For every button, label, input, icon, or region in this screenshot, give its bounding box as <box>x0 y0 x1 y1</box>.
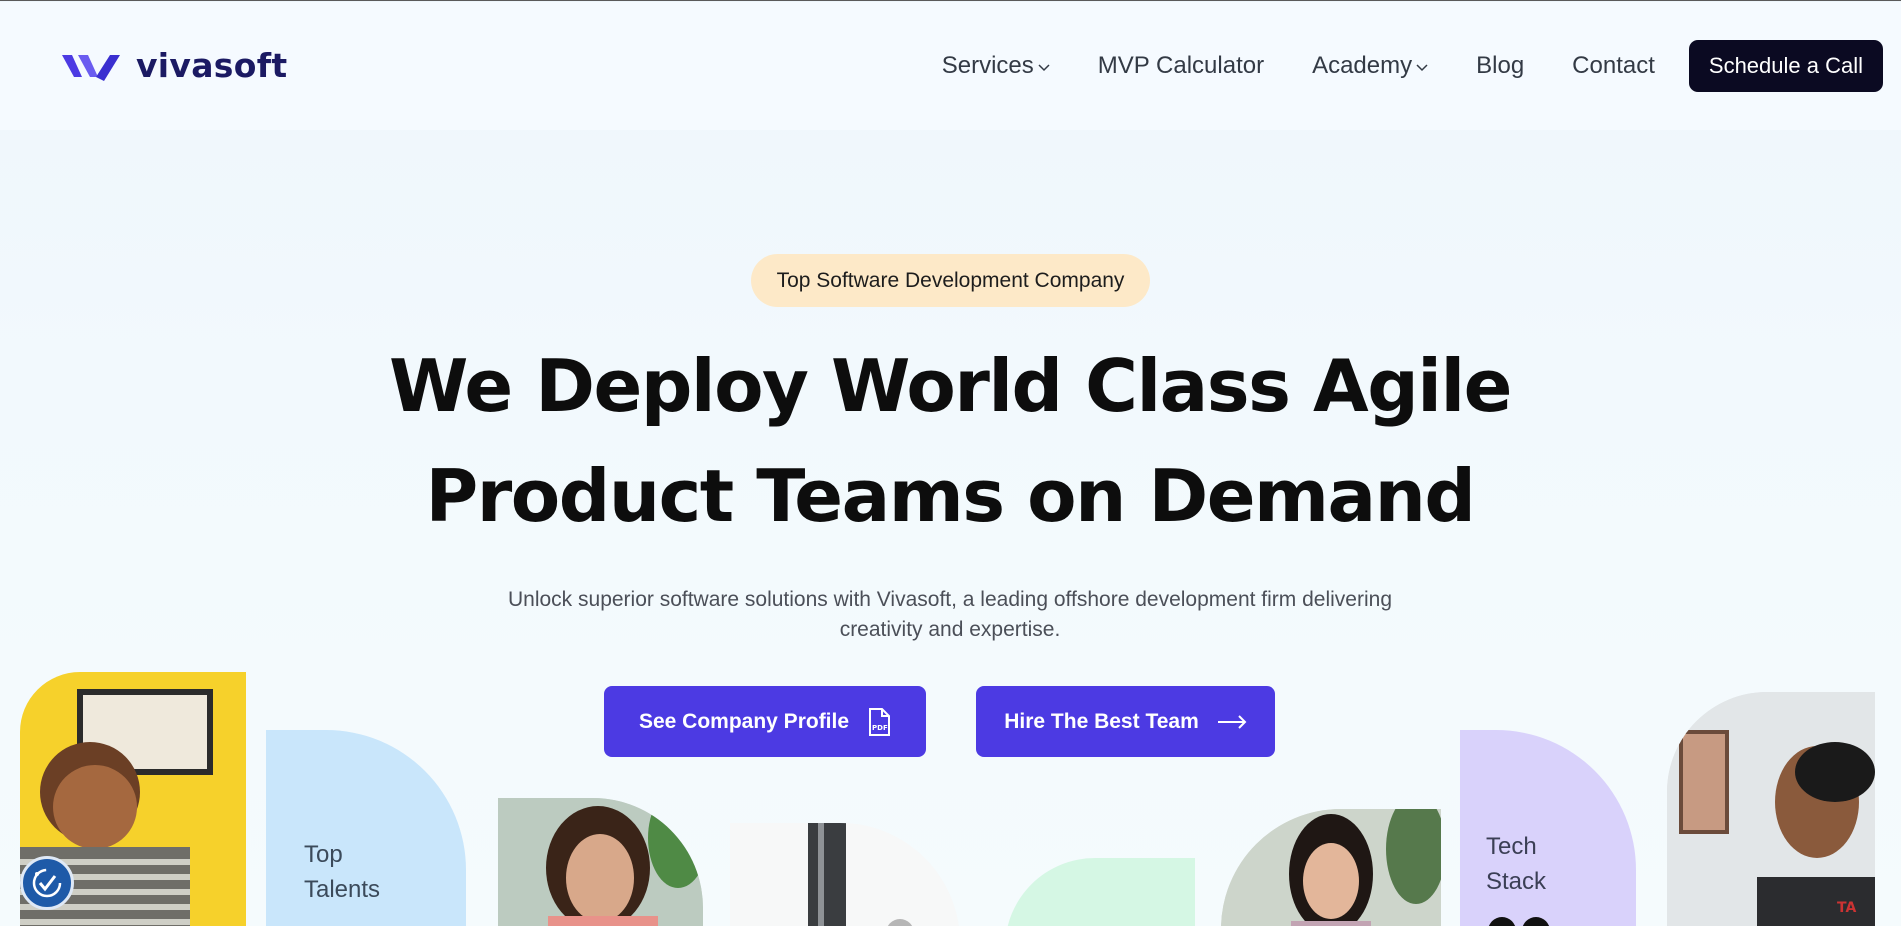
nav-mvp-calculator[interactable]: MVP Calculator <box>1098 52 1264 80</box>
arrow-right-icon <box>1217 714 1247 729</box>
team-member-photo <box>730 823 960 926</box>
top-talents-label: Top Talents <box>304 837 380 907</box>
nav-blog[interactable]: Blog <box>1476 52 1524 80</box>
nav-contact[interactable]: Contact <box>1572 52 1655 80</box>
nav-blog-label: Blog <box>1476 52 1525 79</box>
logo[interactable]: vivasoft <box>60 46 287 85</box>
hero-headline-line1: We Deploy World Class Agile <box>389 344 1512 428</box>
vivasoft-logo-icon <box>62 54 120 81</box>
main-nav: Services MVP Calculator Academy Blog Con… <box>942 40 1883 92</box>
schedule-call-button[interactable]: Schedule a Call <box>1688 40 1883 92</box>
hero-headline-line2: Product Teams on Demand <box>425 454 1476 538</box>
hero-subtitle-line1: Unlock superior software solutions with … <box>507 588 1392 611</box>
hire-best-team-label: Hire The Best Team <box>1004 709 1199 733</box>
hero-subtitle-line2: creativity and expertise. <box>839 618 1061 641</box>
person-illustration <box>498 798 703 926</box>
team-member-photo <box>1221 809 1441 926</box>
team-member-photo: TA <box>1667 692 1875 926</box>
hero-badge: Top Software Development Company <box>751 254 1150 307</box>
accessibility-icon <box>32 868 62 898</box>
person-illustration: TA <box>1667 692 1875 926</box>
decorative-arch <box>1005 858 1195 926</box>
chevron-down-icon <box>1416 64 1428 72</box>
hero-headline: We Deploy World Class Agile Product Team… <box>300 331 1600 551</box>
hire-best-team-button[interactable]: Hire The Best Team <box>976 686 1275 757</box>
nav-academy[interactable]: Academy <box>1312 52 1428 80</box>
tech-stack-label: Tech Stack <box>1486 829 1546 899</box>
nav-contact-label: Contact <box>1572 52 1655 79</box>
nav-academy-label: Academy <box>1312 52 1413 79</box>
chevron-down-icon <box>1038 64 1050 72</box>
see-company-profile-button[interactable]: See Company Profile PDF <box>604 686 926 757</box>
nav-services[interactable]: Services <box>942 52 1050 80</box>
nav-services-label: Services <box>941 52 1034 79</box>
tech-stack-line2: Stack <box>1486 868 1547 895</box>
top-talents-line1: Top <box>304 841 343 868</box>
office-illustration <box>730 823 960 926</box>
site-header: vivasoft Services MVP Calculator Academy… <box>0 2 1901 130</box>
nav-mvp-calculator-label: MVP Calculator <box>1097 52 1265 79</box>
page: vivasoft Services MVP Calculator Academy… <box>0 0 1901 926</box>
tech-stack-line1: Tech <box>1486 833 1537 860</box>
svg-text:TA: TA <box>1837 900 1856 916</box>
hero-subtitle: Unlock superior software solutions with … <box>480 585 1420 645</box>
person-illustration <box>1221 809 1441 926</box>
top-talents-line2: Talents <box>304 876 381 903</box>
logo-text: vivasoft <box>136 46 288 85</box>
svg-text:PDF: PDF <box>872 724 888 732</box>
accessibility-button[interactable] <box>20 856 74 910</box>
pdf-icon: PDF <box>869 707 891 736</box>
see-company-profile-label: See Company Profile <box>638 709 850 733</box>
tech-stack-dots-icon <box>1488 917 1550 926</box>
team-member-photo <box>498 798 703 926</box>
